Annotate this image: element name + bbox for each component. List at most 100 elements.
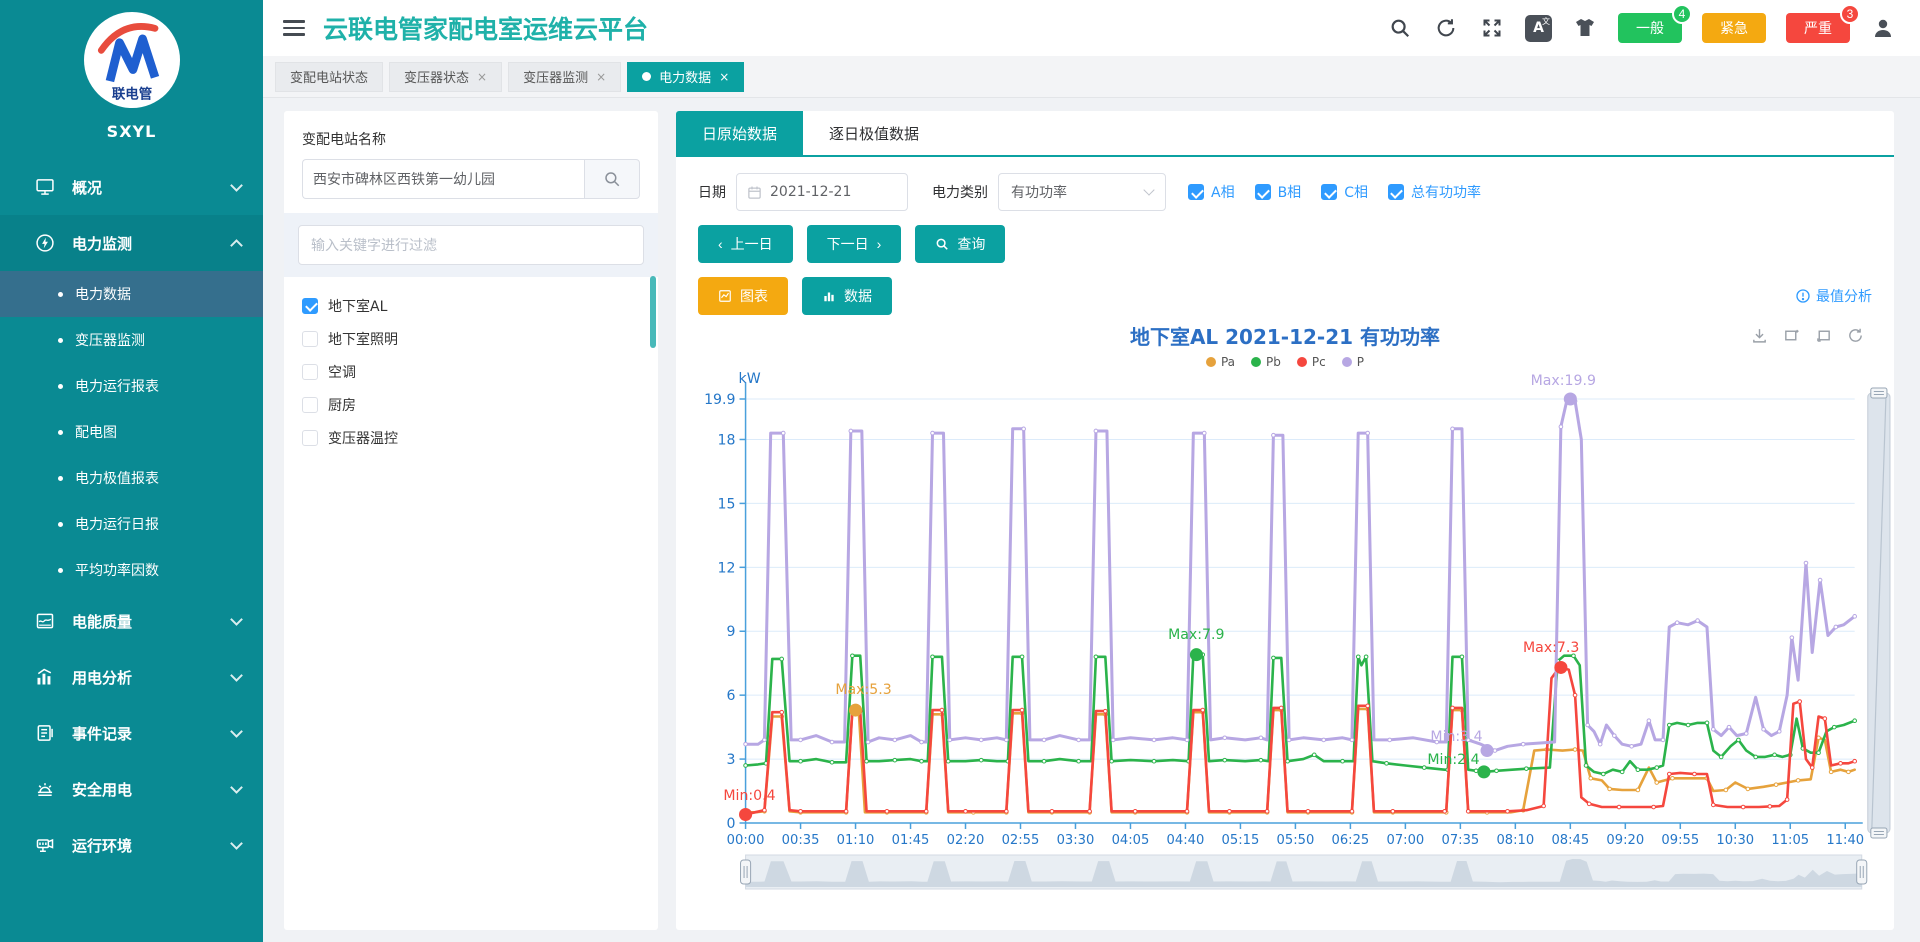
legend-item[interactable]: Pb xyxy=(1251,355,1281,369)
company-logo: 联电管 xyxy=(84,12,180,108)
open-tab[interactable]: 变压器监测 × xyxy=(508,62,621,92)
datazoom-slider[interactable] xyxy=(741,855,1867,889)
device-label: 地下室照明 xyxy=(328,329,398,349)
checkbox[interactable] xyxy=(1388,184,1404,200)
sidebar-item[interactable]: 平均功率因数 xyxy=(0,547,263,593)
chart-view-button[interactable]: 图表 xyxy=(698,277,788,315)
data-view-tabs: 日原始数据 逐日极值数据 xyxy=(676,111,1894,157)
phase-checkbox[interactable]: A相 xyxy=(1188,182,1235,202)
series-Pc[interactable] xyxy=(746,668,1855,815)
phase-label: B相 xyxy=(1278,182,1302,202)
data-view-button[interactable]: 数据 xyxy=(802,277,892,315)
power-category-select[interactable]: 有功功率 xyxy=(998,173,1166,211)
datazoom-reset-icon[interactable] xyxy=(1815,327,1832,348)
user-icon[interactable] xyxy=(1870,15,1896,41)
sidebar-group-4[interactable]: 事件记录 xyxy=(0,705,263,761)
station-search-button[interactable] xyxy=(584,159,640,199)
checkbox[interactable] xyxy=(1321,184,1337,200)
svg-text:19.9: 19.9 xyxy=(704,392,735,408)
alarm-urgent-button[interactable]: 紧急 xyxy=(1702,13,1766,43)
keyword-filter-input[interactable] xyxy=(298,225,644,265)
checkbox[interactable] xyxy=(302,298,318,314)
bullet-icon xyxy=(58,430,63,435)
x-tick-label: 00:35 xyxy=(782,833,820,848)
alarm-severe-button[interactable]: 严重 3 xyxy=(1786,13,1850,43)
phase-checkbox[interactable]: B相 xyxy=(1255,182,1302,202)
datazoom-handle[interactable] xyxy=(1857,860,1867,884)
y-datazoom-slider[interactable] xyxy=(1868,388,1890,838)
series-P[interactable] xyxy=(746,399,1855,751)
line-chart[interactable]: 036912151819.9kW00:0000:3501:1001:4502:2… xyxy=(676,369,1894,930)
date-picker[interactable]: 2021-12-21 xyxy=(736,173,908,211)
sidebar-item[interactable]: 电力极值报表 xyxy=(0,455,263,501)
legend-dot-icon xyxy=(1297,357,1307,367)
panel-scrollbar-thumb[interactable] xyxy=(650,276,656,348)
next-day-button[interactable]: 下一日› xyxy=(807,225,902,263)
checkbox[interactable] xyxy=(302,331,318,347)
open-tab[interactable]: 变压器状态× xyxy=(389,62,502,92)
close-icon[interactable]: × xyxy=(596,70,606,84)
extremes-analysis-link[interactable]: 最值分析 xyxy=(1795,286,1872,306)
sidebar-group-0[interactable]: 概况 xyxy=(0,159,263,215)
device-checkbox-row[interactable]: 空调 xyxy=(302,355,640,388)
device-checkbox-row[interactable]: 地下室照明 xyxy=(302,322,640,355)
phase-checkbox[interactable]: 总有功功率 xyxy=(1388,182,1481,202)
sidebar-item[interactable]: 配电图 xyxy=(0,409,263,455)
legend-item[interactable]: Pa xyxy=(1206,355,1235,369)
sidebar-item[interactable]: 电力运行报表 xyxy=(0,363,263,409)
device-checkbox-row[interactable]: 厨房 xyxy=(302,388,640,421)
prev-day-button[interactable]: ‹上一日 xyxy=(698,225,793,263)
refresh-icon[interactable] xyxy=(1433,15,1459,41)
device-checkbox-row[interactable]: 变压器温控 xyxy=(302,421,640,454)
chart-title: 地下室AL 2021-12-21 有功功率 xyxy=(676,321,1894,350)
open-tab[interactable]: 变配电站状态 xyxy=(275,62,383,92)
datazoom-select-icon[interactable] xyxy=(1783,327,1800,348)
restore-icon[interactable] xyxy=(1847,327,1864,348)
tab-label: 变压器监测 xyxy=(523,67,588,86)
station-filter-panel: 变配电站名称 地下室AL地下室照明空调厨房变压器温控 xyxy=(284,111,658,930)
download-icon[interactable] xyxy=(1751,327,1768,348)
sidebar-group-5[interactable]: 安全用电 xyxy=(0,761,263,817)
menu-toggle-icon[interactable] xyxy=(283,20,305,36)
sidebar-item[interactable]: 电力数据 xyxy=(0,271,263,317)
theme-icon[interactable] xyxy=(1572,15,1598,41)
alarm-normal-button[interactable]: 一般 4 xyxy=(1618,13,1682,43)
phase-checkbox[interactable]: C相 xyxy=(1321,182,1368,202)
legend-item[interactable]: P xyxy=(1342,355,1364,369)
open-tab[interactable]: 电力数据× xyxy=(627,62,744,92)
tab-daily-extremes-data[interactable]: 逐日极值数据 xyxy=(803,111,945,155)
legend-label: Pc xyxy=(1312,355,1326,369)
sidebar-group-label: 概况 xyxy=(72,177,232,198)
chevron-up-icon xyxy=(230,239,243,252)
search-icon[interactable] xyxy=(1387,15,1413,41)
close-icon[interactable]: × xyxy=(477,70,487,84)
datazoom-handle[interactable] xyxy=(1871,388,1887,398)
sidebar-group-6[interactable]: 运行环境 xyxy=(0,817,263,873)
sidebar-group-label: 运行环境 xyxy=(72,835,232,856)
station-search-input[interactable] xyxy=(302,159,584,199)
app-title: 云联电管家配电室运维云平台 xyxy=(323,10,1387,46)
checkbox[interactable] xyxy=(1188,184,1204,200)
sidebar-group-2[interactable]: 电能质量 xyxy=(0,593,263,649)
tab-daily-raw-data[interactable]: 日原始数据 xyxy=(676,111,803,155)
sidebar-item[interactable]: 电力运行日报 xyxy=(0,501,263,547)
close-icon[interactable]: × xyxy=(719,70,729,84)
checkbox[interactable] xyxy=(302,397,318,413)
bullet-icon xyxy=(58,338,63,343)
checkbox[interactable] xyxy=(302,364,318,380)
checkbox[interactable] xyxy=(302,430,318,446)
fullscreen-icon[interactable] xyxy=(1479,15,1505,41)
monitor-icon xyxy=(34,176,56,198)
sidebar-group-1[interactable]: 电力监测 xyxy=(0,215,263,271)
query-button[interactable]: 查询 xyxy=(915,225,1005,263)
datazoom-handle[interactable] xyxy=(741,860,751,884)
active-dot-icon xyxy=(642,72,651,81)
checkbox[interactable] xyxy=(1255,184,1271,200)
legend-item[interactable]: Pc xyxy=(1297,355,1326,369)
datazoom-handle[interactable] xyxy=(1871,828,1887,838)
series-Pb[interactable] xyxy=(746,655,1855,774)
device-checkbox-row[interactable]: 地下室AL xyxy=(302,289,640,322)
sidebar-group-3[interactable]: 用电分析 xyxy=(0,649,263,705)
language-icon[interactable]: A文 xyxy=(1525,15,1552,42)
sidebar-item[interactable]: 变压器监测 xyxy=(0,317,263,363)
